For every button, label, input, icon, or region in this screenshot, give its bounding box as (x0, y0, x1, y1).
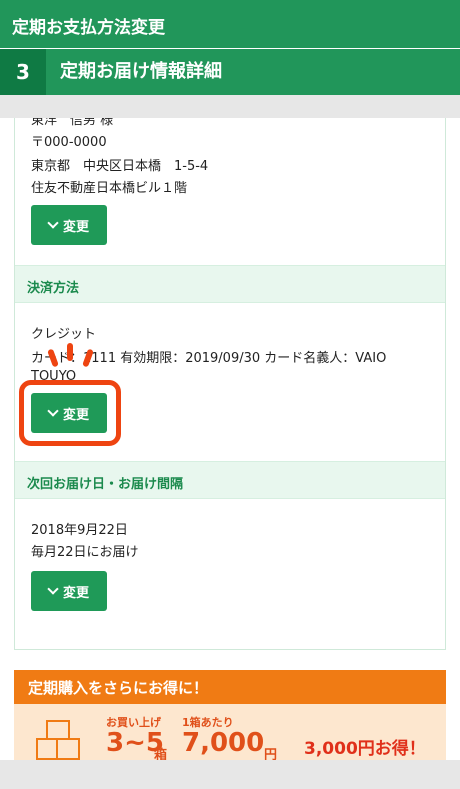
payment-section-heading: 決済方法 (15, 265, 445, 303)
change-address-button[interactable]: 変更 (31, 205, 107, 245)
postal-code: 〒000-0000 (31, 135, 107, 150)
address-line-2: 住友不動産日本橋ビル１階 (31, 181, 188, 196)
chevron-down-icon (47, 583, 59, 595)
step-number: 3 (0, 49, 46, 95)
change-delivery-button[interactable]: 変更 (31, 571, 107, 611)
promo-saving: 3,000円お得！ (304, 739, 426, 759)
next-delivery-date: 2018年9月22日 (31, 523, 128, 538)
chevron-down-icon (47, 405, 59, 417)
page-header-title: 定期お支払方法変更 (12, 18, 165, 38)
page-header: 定期お支払方法変更 (0, 0, 460, 48)
change-payment-button[interactable]: 変更 (31, 393, 107, 433)
promo-price: 7,000 (182, 728, 265, 758)
step-bar: 3 定期お届け情報詳細 (0, 49, 460, 95)
delivery-interval: 毎月22日にお届け (31, 545, 139, 560)
delivery-section-heading: 次回お届け日・お届け間隔 (15, 461, 445, 499)
change-delivery-label: 変更 (62, 585, 89, 601)
attention-mark (67, 343, 73, 361)
promo-banner-title[interactable]: 定期購入をさらにお得に！ (14, 670, 446, 704)
promo-title: 定期購入をさらにお得に！ (28, 679, 209, 697)
payment-method: クレジット (31, 327, 97, 342)
content-scroll-area[interactable]: 東洋 信男 様 〒000-0000 東京都 中央区日本橋 1-5-4 住友不動産… (0, 118, 460, 773)
subscription-detail-card: 東洋 信男 様 〒000-0000 東京都 中央区日本橋 1-5-4 住友不動産… (14, 118, 446, 650)
address-line-1: 東京都 中央区日本橋 1-5-4 (31, 159, 209, 174)
bottom-torn-edge (0, 760, 460, 789)
change-payment-label: 変更 (62, 407, 89, 423)
recipient-name: 東洋 信男 様 (31, 118, 114, 128)
chevron-down-icon (47, 217, 59, 229)
step-title: 定期お届け情報詳細 (60, 61, 222, 82)
change-address-label: 変更 (62, 219, 89, 235)
